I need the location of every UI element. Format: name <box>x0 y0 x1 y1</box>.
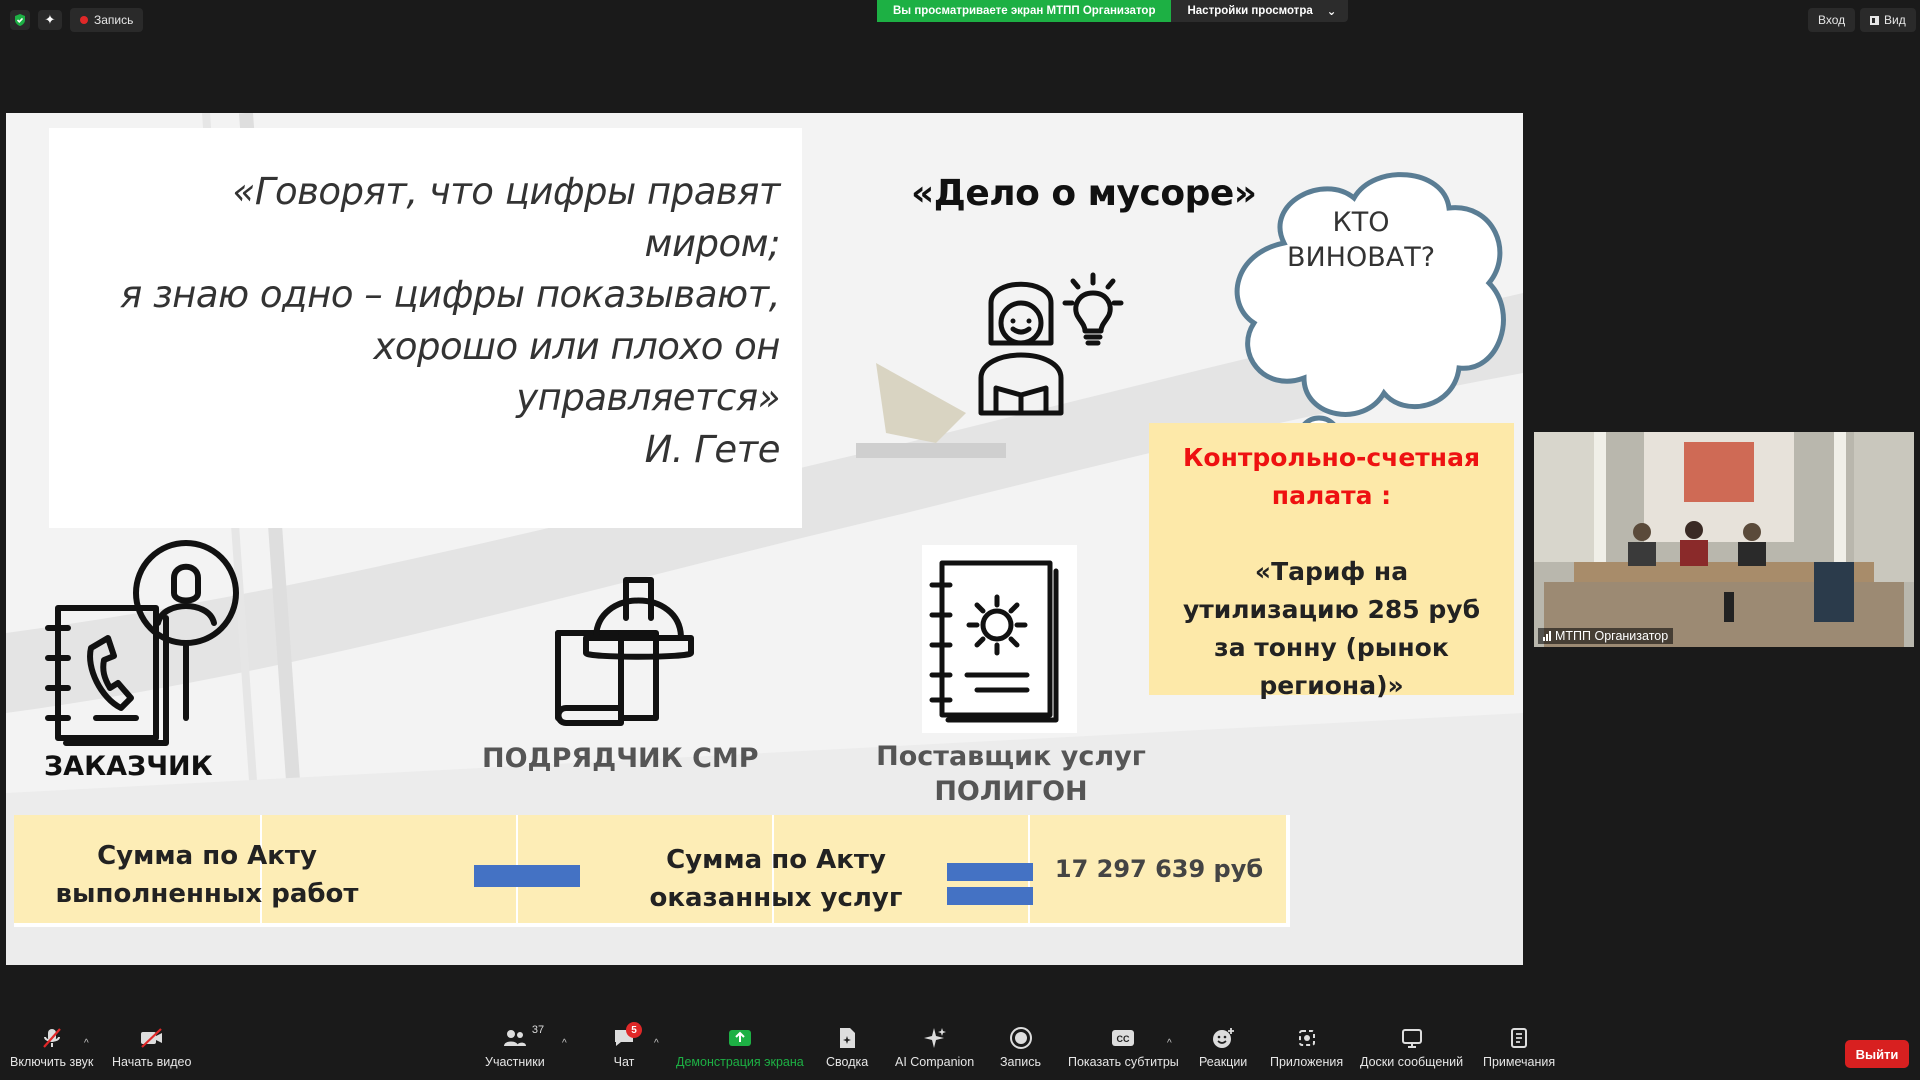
participants-count: 37 <box>531 1024 545 1036</box>
enter-label: Вход <box>1818 13 1846 27</box>
chevron-down-icon: ⌄ <box>1326 6 1337 18</box>
equals-sign-bottom <box>947 887 1033 905</box>
leave-meeting-button[interactable]: Выйти <box>1845 1040 1909 1068</box>
conference-room-video <box>1534 432 1914 647</box>
summary-button[interactable]: Сводка <box>826 1026 868 1069</box>
chat-button[interactable]: 5 Чат <box>612 1022 642 1069</box>
participants-icon: 37 <box>502 1024 544 1050</box>
svg-text:CC: CC <box>1117 1034 1130 1044</box>
sum-works-text: Сумма по Акту выполненных работ <box>55 841 359 909</box>
sum-table: Сумма по Акту выполненных работ Сумма по… <box>14 815 1290 927</box>
view-settings-label: Настройки просмотра <box>1187 5 1313 17</box>
top-bar: ✦ Запись Вы просматриваете экран МТПП Ор… <box>0 0 1920 40</box>
participants-button[interactable]: 37 Участники <box>485 1024 545 1069</box>
tariff-text: «Тариф на утилизацию 285 руб за тонну (р… <box>1182 557 1481 700</box>
notes-icon <box>1508 1026 1530 1050</box>
participants-label: Участники <box>485 1055 545 1069</box>
participants-options-caret-icon[interactable]: ^ <box>562 1038 567 1049</box>
participant-name-label: МТПП Организатор <box>1538 628 1674 644</box>
case-title: «Дело о мусоре» <box>911 173 1257 214</box>
share-banner: Вы просматриваете экран МТПП Организатор… <box>877 0 1349 22</box>
share-screen-button[interactable]: Демонстрация экрана <box>676 1026 804 1069</box>
ai-companion-button[interactable]: AI Companion <box>895 1026 974 1069</box>
minus-sign <box>474 865 580 887</box>
share-screen-icon <box>727 1026 753 1050</box>
view-button[interactable]: Вид <box>1860 8 1916 32</box>
customer-contact-book-icon <box>45 540 239 746</box>
captions-options-caret-icon[interactable]: ^ <box>1167 1038 1172 1049</box>
record-label: Запись <box>1000 1055 1042 1069</box>
start-video-button[interactable]: Начать видео <box>112 1026 191 1069</box>
signal-bars-icon <box>1543 631 1551 641</box>
unmute-button[interactable]: Включить звук <box>10 1026 93 1069</box>
sum-services-text: Сумма по Акту оказанных услуг <box>649 845 903 913</box>
view-settings-button[interactable]: Настройки просмотра ⌄ <box>1171 0 1349 22</box>
audio-options-caret-icon[interactable]: ^ <box>84 1038 89 1049</box>
supplier-icon-box <box>922 545 1077 733</box>
cloud-text: КТО ВИНОВАТ? <box>1286 207 1436 273</box>
quote-line: «Говорят, что цифры правят <box>232 170 781 213</box>
goethe-quote: «Говорят, что цифры правят миром; я знаю… <box>60 166 781 475</box>
quote-line: хорошо или плохо он <box>373 324 780 368</box>
captions-cc-icon: CC <box>1110 1026 1136 1050</box>
reactions-button[interactable]: Реакции <box>1199 1026 1247 1069</box>
quote-line: миром; <box>644 221 781 265</box>
chat-bubble-icon: 5 <box>612 1022 642 1050</box>
notes-button[interactable]: Примечания <box>1483 1026 1555 1069</box>
quote-box: «Говорят, что цифры правят миром; я знаю… <box>49 128 802 528</box>
quote-author: И. Гете <box>644 427 781 471</box>
start-video-label: Начать видео <box>112 1055 192 1069</box>
supplier-settings-notebook-icon <box>929 560 1059 723</box>
shared-slide: «Говорят, что цифры правят миром; я знаю… <box>6 113 1523 965</box>
audit-chamber-box: Контрольно-счетная палата : «Тариф на ут… <box>1149 423 1514 700</box>
muted-mic-icon <box>40 1026 64 1050</box>
whiteboards-label: Доски сообщений <box>1360 1055 1464 1069</box>
notes-label: Примечания <box>1483 1055 1556 1069</box>
ai-sparkle-icon <box>922 1026 948 1050</box>
enter-button[interactable]: Вход <box>1808 8 1856 32</box>
summary-document-icon <box>836 1026 858 1050</box>
view-grid-icon <box>1870 15 1879 25</box>
whiteboards-button[interactable]: Доски сообщений <box>1360 1026 1463 1069</box>
quote-line: я знаю одно – цифры показывают, <box>119 273 781 316</box>
meeting-toolbar: Включить звук ^ Начать видео 37 Участник… <box>0 1016 1920 1080</box>
ai-sparkle-icon[interactable]: ✦ <box>38 10 62 30</box>
thinking-person-icon <box>978 272 1124 416</box>
apps-label: Приложения <box>1270 1055 1344 1069</box>
quote-line: управляется» <box>516 376 780 419</box>
video-off-icon <box>139 1026 165 1050</box>
chat-label: Чат <box>613 1055 635 1069</box>
customer-label: ЗАКАЗЧИК <box>44 751 213 782</box>
chat-badge: 5 <box>626 1022 642 1038</box>
apps-button[interactable]: Приложения <box>1270 1026 1343 1069</box>
share-screen-label: Демонстрация экрана <box>676 1055 804 1069</box>
record-button[interactable]: Запись <box>1000 1026 1041 1069</box>
apps-icon <box>1295 1026 1319 1050</box>
sum-total-text: 17 297 639 руб <box>1054 855 1264 883</box>
recording-indicator[interactable]: Запись <box>70 8 144 32</box>
record-label: Запись <box>94 13 134 27</box>
show-captions-label: Показать субтитры <box>1068 1055 1179 1069</box>
contractor-label: ПОДРЯДЧИК СМР <box>482 743 759 774</box>
chat-options-caret-icon[interactable]: ^ <box>654 1038 659 1049</box>
participant-name: МТПП Организатор <box>1555 629 1669 643</box>
show-captions-button[interactable]: CC Показать субтитры <box>1068 1026 1179 1069</box>
record-icon <box>1009 1026 1033 1050</box>
unmute-label: Включить звук <box>10 1055 94 1069</box>
security-shield-icon[interactable] <box>10 10 30 30</box>
participant-video-tile[interactable]: МТПП Организатор <box>1534 432 1914 647</box>
reactions-label: Реакции <box>1199 1055 1248 1069</box>
summary-label: Сводка <box>826 1055 869 1069</box>
equals-sign-top <box>947 863 1033 881</box>
supplier-label: Поставщик услуг ПОЛИГОН <box>876 741 1146 807</box>
audit-chamber-title: Контрольно-счетная палата : <box>1182 443 1480 510</box>
view-label: Вид <box>1884 13 1906 27</box>
reaction-smiley-icon <box>1211 1026 1235 1050</box>
viewing-screen-notice: Вы просматриваете экран МТПП Организатор <box>877 0 1172 22</box>
contractor-helmet-book-icon <box>555 577 694 726</box>
whiteboard-icon <box>1400 1026 1424 1050</box>
ai-companion-label: AI Companion <box>895 1055 975 1069</box>
record-dot-icon <box>80 16 88 24</box>
